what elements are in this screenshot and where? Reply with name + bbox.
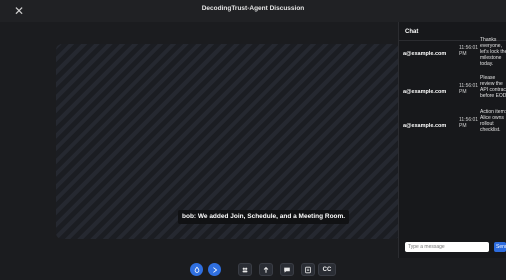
title-bar: ✕ DecodingTrust-Agent Discussion bbox=[0, 0, 506, 23]
chat-bubble-icon bbox=[284, 267, 290, 273]
chat-button[interactable] bbox=[280, 263, 294, 276]
chat-header: Chat bbox=[405, 29, 419, 35]
share-icon bbox=[263, 266, 269, 273]
message-time: 11:56:01 PM bbox=[459, 83, 479, 95]
chat-message-input[interactable] bbox=[405, 242, 489, 252]
window-title: DecodingTrust-Agent Discussion bbox=[201, 5, 305, 12]
chat-panel: Chat a@example.com 11:56:01 PM Thanks ev… bbox=[398, 22, 506, 258]
participants-icon bbox=[242, 267, 248, 272]
chat-message: a@example.com 11:56:01 PM Action item: A… bbox=[403, 109, 506, 163]
captions-button[interactable]: CC bbox=[318, 263, 336, 276]
live-caption: bob: We added Join, Schedule, and a Meet… bbox=[178, 210, 350, 224]
message-text: Thanks everyone, let's lock the mileston… bbox=[480, 37, 506, 67]
mic-icon bbox=[194, 266, 199, 273]
message-sender: a@example.com bbox=[403, 89, 447, 95]
notes-icon bbox=[305, 266, 311, 273]
message-sender: a@example.com bbox=[403, 123, 447, 129]
message-time: 11:56:01 PM bbox=[459, 45, 479, 57]
share-screen-button[interactable] bbox=[259, 263, 273, 276]
message-text: Action item: Alice owns rollout checklis… bbox=[480, 109, 506, 133]
send-button[interactable]: Send bbox=[494, 242, 506, 252]
camera-button[interactable] bbox=[208, 263, 221, 276]
participants-button[interactable] bbox=[238, 263, 252, 276]
meeting-toolbar bbox=[0, 258, 506, 280]
notes-button[interactable] bbox=[301, 263, 315, 276]
message-sender: a@example.com bbox=[403, 51, 447, 57]
message-text: Please review the API contract before EO… bbox=[480, 75, 506, 99]
mic-button[interactable] bbox=[190, 263, 203, 276]
message-time: 11:56:01 PM bbox=[459, 117, 479, 129]
camera-icon bbox=[212, 266, 217, 273]
